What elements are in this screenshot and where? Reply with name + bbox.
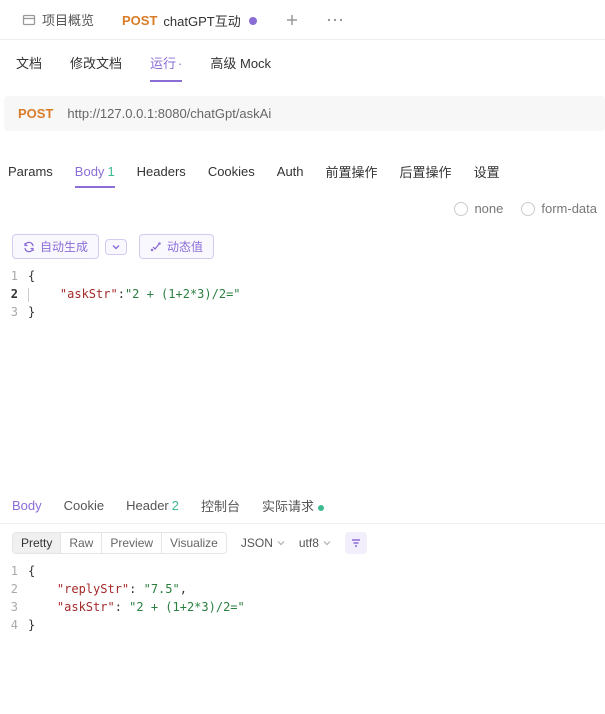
response-body-viewer[interactable]: 1 { 2 "replyStr": "7.5", 3 "askStr": "2 … <box>0 562 605 634</box>
resptab-header[interactable]: Header2 <box>126 490 179 521</box>
line-number: 3 <box>4 303 28 321</box>
cursor-icon <box>28 288 29 302</box>
code-token: "askStr" <box>57 600 115 614</box>
format-pretty-button[interactable]: Pretty <box>13 533 60 553</box>
code-line: 1 { <box>4 267 605 285</box>
resptab-realreq[interactable]: 实际请求 <box>262 488 324 523</box>
format-visualize-button[interactable]: Visualize <box>161 533 226 553</box>
status-dot-icon <box>318 505 324 511</box>
line-number: 2 <box>4 580 28 598</box>
top-tab-bar: 项目概览 POST chatGPT互动 <box>0 0 605 40</box>
resptab-console[interactable]: 控制台 <box>201 488 240 523</box>
body-type-formdata-label: form-data <box>541 201 597 216</box>
subtab-run-label: 运行 <box>150 56 176 71</box>
request-tab-bar: Params Body1 Headers Cookies Auth 前置操作 后… <box>0 153 605 189</box>
code-line: 4 } <box>4 616 605 634</box>
code-line: 2 "replyStr": "7.5", <box>4 580 605 598</box>
reqtab-pre[interactable]: 前置操作 <box>326 154 378 189</box>
tab-more-button[interactable] <box>313 0 357 39</box>
dynamic-value-button[interactable]: 动态值 <box>139 234 214 259</box>
line-number: 3 <box>4 598 28 616</box>
resptab-body[interactable]: Body <box>12 490 42 521</box>
line-number: 4 <box>4 616 28 634</box>
tab-project-overview[interactable]: 项目概览 <box>8 0 108 39</box>
response-encoding-label: utf8 <box>299 536 319 550</box>
chevron-down-icon <box>277 539 285 547</box>
request-url: http://127.0.0.1:8080/chatGpt/askAi <box>67 106 271 121</box>
reqtab-settings[interactable]: 设置 <box>474 154 500 189</box>
code-token: "2 + (1+2*3)/2=" <box>129 600 245 614</box>
code-token: "askStr" <box>60 287 118 301</box>
code-line: 2 "askStr":"2 + (1+2*3)/2=" <box>4 285 605 303</box>
code-token: { <box>28 269 35 283</box>
request-body-editor[interactable]: 1 { 2 "askStr":"2 + (1+2*3)/2=" 3 } <box>0 267 605 482</box>
format-raw-button[interactable]: Raw <box>60 533 101 553</box>
tab-api-label: chatGPT互动 <box>163 11 240 30</box>
response-tab-bar: Body Cookie Header2 控制台 实际请求 <box>0 488 605 524</box>
body-type-none-label: none <box>474 201 503 216</box>
format-button-group: Pretty Raw Preview Visualize <box>12 532 227 554</box>
request-method: POST <box>18 106 53 121</box>
chevron-down-icon <box>323 539 331 547</box>
body-type-row: none form-data <box>0 189 605 226</box>
code-token: { <box>28 564 35 578</box>
radio-icon <box>521 202 535 216</box>
response-toolbar: Pretty Raw Preview Visualize JSON utf8 <box>0 524 605 562</box>
resptab-header-label: Header <box>126 498 169 513</box>
resptab-realreq-label: 实际请求 <box>262 499 314 514</box>
tab-method-badge: POST <box>122 13 157 28</box>
auto-generate-button[interactable]: 自动生成 <box>12 234 99 259</box>
reqtab-post[interactable]: 后置操作 <box>400 154 452 189</box>
request-url-bar[interactable]: POST http://127.0.0.1:8080/chatGpt/askAi <box>4 96 605 131</box>
resptab-header-count: 2 <box>172 498 179 513</box>
body-type-none[interactable]: none <box>454 201 503 216</box>
reqtab-params[interactable]: Params <box>8 156 53 187</box>
reqtab-auth[interactable]: Auth <box>277 156 304 187</box>
format-preview-button[interactable]: Preview <box>101 533 161 553</box>
body-type-formdata[interactable]: form-data <box>521 201 597 216</box>
response-format-label: JSON <box>241 536 273 550</box>
reqtab-headers[interactable]: Headers <box>137 156 186 187</box>
subtab-doc[interactable]: 文档 <box>16 43 42 82</box>
run-indicator-dot: · <box>178 56 182 71</box>
code-token: "replyStr" <box>57 582 129 596</box>
tab-api-active[interactable]: POST chatGPT互动 <box>108 0 271 39</box>
dynamic-value-label: 动态值 <box>167 238 203 255</box>
radio-icon <box>454 202 468 216</box>
overview-icon <box>22 13 36 27</box>
code-line: 1 { <box>4 562 605 580</box>
reqtab-body-label: Body <box>75 164 105 179</box>
auto-generate-dropdown[interactable] <box>105 239 127 255</box>
request-editor-toolbar: 自动生成 动态值 <box>0 226 605 267</box>
filter-icon-button[interactable] <box>345 532 367 554</box>
code-token: "7.5" <box>144 582 180 596</box>
api-subtab-bar: 文档 修改文档 运行· 高级 Mock <box>0 40 605 84</box>
code-line: 3 "askStr": "2 + (1+2*3)/2=" <box>4 598 605 616</box>
code-token: } <box>28 618 35 632</box>
code-token: } <box>28 305 35 319</box>
new-tab-button[interactable] <box>271 0 313 39</box>
subtab-mock[interactable]: 高级 Mock <box>210 43 271 82</box>
line-number: 1 <box>4 562 28 580</box>
code-token: "2 + (1+2*3)/2=" <box>125 287 241 301</box>
reqtab-cookies[interactable]: Cookies <box>208 156 255 187</box>
reqtab-body[interactable]: Body1 <box>75 156 115 187</box>
subtab-run[interactable]: 运行· <box>150 43 182 82</box>
response-encoding-select[interactable]: utf8 <box>299 536 331 550</box>
unsaved-indicator-dot <box>249 17 257 25</box>
line-number: 2 <box>4 285 28 303</box>
tab-overview-label: 项目概览 <box>42 10 94 29</box>
response-format-select[interactable]: JSON <box>241 536 285 550</box>
reqtab-body-count: 1 <box>107 164 114 179</box>
resptab-cookie[interactable]: Cookie <box>64 490 104 521</box>
code-line: 3 } <box>4 303 605 321</box>
auto-generate-label: 自动生成 <box>40 238 88 255</box>
subtab-edit-doc[interactable]: 修改文档 <box>70 43 122 82</box>
line-number: 1 <box>4 267 28 285</box>
